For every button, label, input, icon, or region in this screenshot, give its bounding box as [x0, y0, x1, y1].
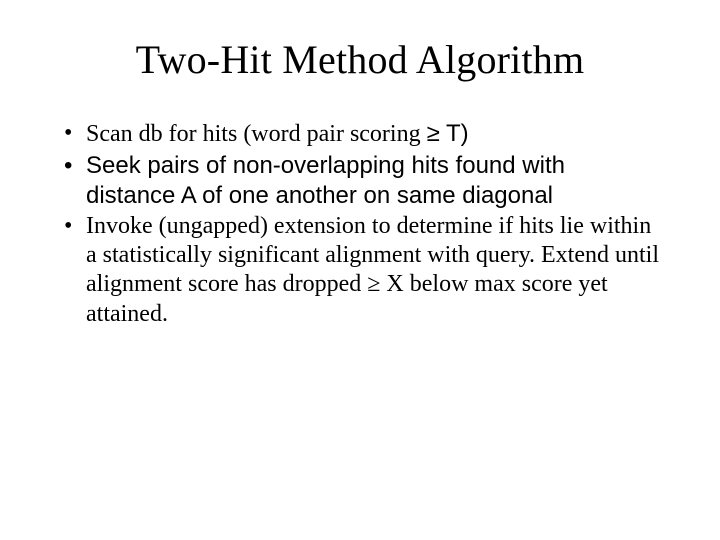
- bullet-text: Invoke (ungapped) extension to determine…: [86, 213, 659, 327]
- bullet-text: ≥ T): [427, 120, 469, 147]
- bullet-text: Scan db for hits (word pair scoring: [86, 121, 427, 147]
- slide: Two-Hit Method Algorithm Scan db for hit…: [0, 0, 720, 540]
- list-item: Seek pairs of non-overlapping hits found…: [60, 151, 660, 210]
- slide-body: Scan db for hits (word pair scoring ≥ T)…: [0, 91, 720, 329]
- slide-title: Two-Hit Method Algorithm: [0, 0, 720, 91]
- list-item: Scan db for hits (word pair scoring ≥ T): [60, 119, 660, 149]
- bullet-list: Scan db for hits (word pair scoring ≥ T)…: [60, 119, 660, 329]
- list-item: Invoke (ungapped) extension to determine…: [60, 212, 660, 329]
- bullet-text: Seek pairs of non-overlapping hits found…: [86, 152, 565, 208]
